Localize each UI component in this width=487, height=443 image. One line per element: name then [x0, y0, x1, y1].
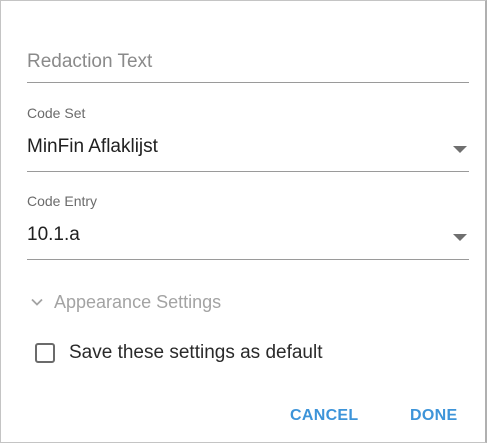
- save-default-checkbox[interactable]: [35, 343, 55, 363]
- redaction-text-placeholder: Redaction Text: [27, 51, 153, 72]
- save-default-row[interactable]: Save these settings as default: [35, 342, 323, 364]
- done-button[interactable]: DONE: [410, 407, 457, 425]
- code-set-select[interactable]: Code Set MinFin Aflaklijst: [27, 105, 469, 172]
- appearance-settings-toggle[interactable]: Appearance Settings: [31, 289, 221, 315]
- dropdown-arrow-icon[interactable]: [453, 146, 467, 153]
- save-default-label[interactable]: Save these settings as default: [69, 342, 323, 364]
- chevron-down-icon: [31, 298, 43, 306]
- dropdown-arrow-icon[interactable]: [453, 234, 467, 241]
- redaction-settings-dialog: Redaction Text Code Set MinFin Aflaklijs…: [0, 0, 487, 443]
- redaction-text-field[interactable]: Redaction Text: [27, 47, 469, 83]
- appearance-settings-label: Appearance Settings: [54, 291, 222, 312]
- code-entry-value: 10.1.a: [27, 224, 80, 245]
- code-entry-label: Code Entry: [27, 193, 98, 209]
- code-set-value: MinFin Aflaklijst: [27, 136, 158, 157]
- code-entry-select[interactable]: Code Entry 10.1.a: [27, 193, 469, 260]
- cancel-button[interactable]: CANCEL: [290, 407, 358, 425]
- code-set-label: Code Set: [27, 105, 86, 121]
